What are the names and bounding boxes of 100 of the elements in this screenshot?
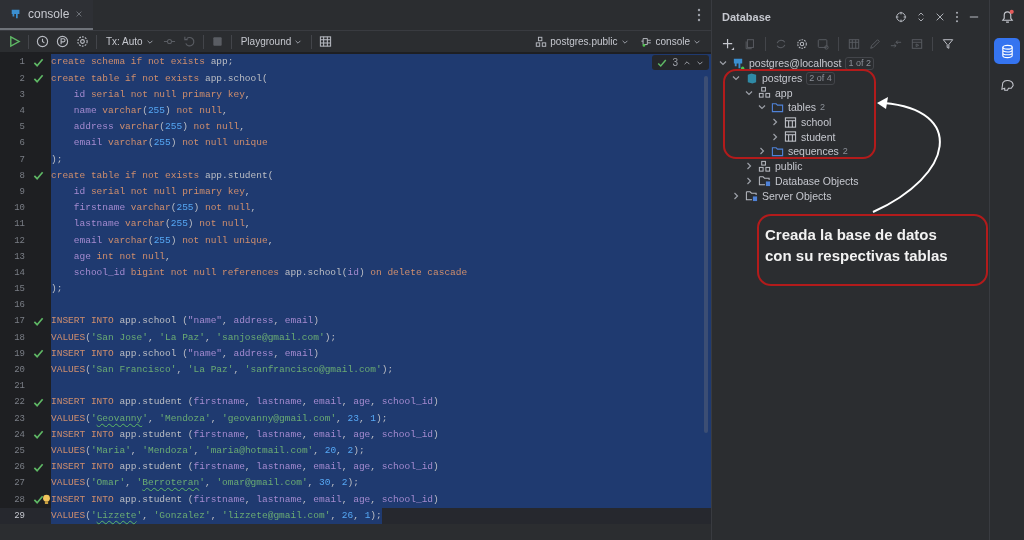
editor-tab[interactable]: console bbox=[0, 0, 94, 31]
line-number: 29 bbox=[13, 510, 25, 521]
schema-icon bbox=[758, 159, 771, 173]
line-number: 13 bbox=[13, 251, 25, 262]
database-icon bbox=[999, 43, 1015, 59]
transaction-mode-dropdown[interactable]: Tx: Auto bbox=[104, 36, 156, 48]
session-mode-dropdown[interactable]: Playground bbox=[238, 36, 305, 48]
settings-icon[interactable] bbox=[796, 38, 808, 50]
line-number: 22 bbox=[13, 397, 25, 408]
chevron-right-icon[interactable] bbox=[744, 161, 754, 172]
tree-item-label[interactable]: school bbox=[801, 116, 832, 129]
inspection-widget[interactable]: 3 bbox=[652, 55, 709, 71]
line-number: 23 bbox=[13, 413, 25, 424]
folder-icon bbox=[771, 100, 784, 114]
history-icon[interactable] bbox=[36, 35, 49, 49]
parameters-icon[interactable] bbox=[56, 35, 69, 49]
chevron-right-icon[interactable] bbox=[770, 117, 780, 128]
database-icon bbox=[745, 71, 758, 85]
code-line: INSERT INTO app.student (firstname, lastname, email, age, school_id) bbox=[51, 492, 439, 507]
code-line: firstname varchar(255) not null, bbox=[72, 201, 257, 216]
chevron-right-icon[interactable] bbox=[731, 190, 741, 201]
folder-icon bbox=[771, 144, 784, 158]
filter-icon[interactable] bbox=[942, 38, 954, 50]
code-line: create table if not exists app.student( bbox=[51, 168, 274, 183]
code-line: id serial not null primary key, bbox=[72, 185, 251, 199]
code-line: INSERT INTO app.student (firstname, lastname, email, age, school_id) bbox=[51, 427, 439, 442]
code-line: age int not null, bbox=[72, 249, 171, 264]
minimize-icon[interactable] bbox=[969, 14, 979, 19]
more-icon[interactable] bbox=[955, 10, 959, 23]
code-line: email varchar(255) not null unique, bbox=[72, 233, 274, 248]
session-dropdown[interactable]: console bbox=[637, 35, 703, 48]
schema-icon bbox=[758, 86, 771, 100]
code-line: ); bbox=[51, 152, 63, 167]
table-icon bbox=[784, 130, 797, 144]
tree-item-label[interactable]: Server Objects bbox=[762, 189, 832, 202]
check-icon bbox=[657, 57, 668, 68]
code-line: lastname varchar(255) not null, bbox=[72, 217, 251, 232]
tree-item-label[interactable]: student bbox=[801, 130, 836, 143]
line-number: 3 bbox=[18, 89, 25, 100]
code-line: id serial not null primary key, bbox=[72, 87, 251, 102]
folder-database-icon bbox=[745, 189, 758, 203]
line-number: 10 bbox=[13, 203, 25, 214]
chevron-right-icon[interactable] bbox=[770, 131, 780, 142]
add-icon[interactable] bbox=[722, 37, 735, 51]
collapse-all-icon[interactable] bbox=[935, 11, 945, 22]
close-icon[interactable] bbox=[75, 10, 84, 19]
lightbulb-icon[interactable] bbox=[42, 494, 51, 506]
line-number: 7 bbox=[18, 154, 25, 165]
code-line: VALUES('San Jose', 'La Paz', 'sanjose@gmail.com'); bbox=[51, 330, 337, 345]
table-icon bbox=[784, 115, 797, 129]
schema-icon bbox=[535, 35, 548, 48]
tree-item-label[interactable]: public bbox=[775, 160, 803, 173]
count-badge: 2 of 4 bbox=[806, 71, 835, 85]
line-number: 24 bbox=[13, 429, 25, 440]
code-line: school_id bigint not null references app.school(id) on delete cascade bbox=[72, 265, 468, 280]
code-line: address varchar(255) not null, bbox=[72, 120, 245, 135]
expand-collapse-icon[interactable] bbox=[917, 10, 925, 23]
line-number: 21 bbox=[13, 381, 25, 392]
schema-dropdown[interactable]: postgres.public bbox=[533, 35, 631, 48]
plug-icon bbox=[639, 35, 653, 48]
line-number: 9 bbox=[18, 187, 25, 197]
line-number: 14 bbox=[13, 267, 25, 278]
settings-icon[interactable] bbox=[76, 35, 89, 49]
line-number: 8 bbox=[18, 170, 25, 181]
run-icon[interactable] bbox=[8, 35, 21, 49]
database-tool-button[interactable] bbox=[994, 38, 1020, 64]
code-line: VALUES('Geovanny', 'Mendoza', 'geovanny@gmail.com', 23, 1); bbox=[51, 411, 388, 426]
chevron-up-icon[interactable] bbox=[683, 58, 691, 67]
code-line: INSERT INTO app.student (firstname, lastname, email, age, school_id) bbox=[51, 395, 439, 410]
tree-item-label[interactable]: postgres bbox=[762, 72, 803, 85]
line-number: 19 bbox=[13, 348, 25, 359]
line-number: 25 bbox=[13, 446, 25, 456]
tree-item-label[interactable]: Database Objects bbox=[775, 174, 859, 187]
tree-item-label[interactable]: tables bbox=[788, 101, 817, 114]
crosshair-icon[interactable] bbox=[895, 10, 907, 23]
tree-item-label[interactable]: sequences bbox=[788, 145, 839, 158]
line-number: 15 bbox=[13, 284, 25, 295]
line-number: 17 bbox=[13, 316, 25, 327]
code-line: ); bbox=[51, 282, 63, 297]
line-number: 16 bbox=[13, 300, 25, 311]
table-icon[interactable] bbox=[319, 35, 333, 49]
code-line: create schema if not exists app; bbox=[51, 55, 234, 70]
line-number: 20 bbox=[13, 365, 25, 376]
tree-item-label[interactable]: postgres@localhost bbox=[749, 57, 842, 70]
line-number: 27 bbox=[13, 478, 25, 489]
code-line: INSERT INTO app.school ("name", address, email) bbox=[51, 314, 319, 329]
chevron-right-icon[interactable] bbox=[757, 146, 767, 157]
count-badge: 1 of 2 bbox=[845, 56, 874, 70]
line-number: 6 bbox=[18, 138, 25, 149]
line-number: 11 bbox=[13, 219, 25, 230]
item-count: 2 bbox=[820, 102, 826, 113]
tree-item-label[interactable]: app bbox=[775, 86, 793, 99]
code-line: email varchar(255) not null unique bbox=[72, 136, 268, 151]
line-number: 4 bbox=[18, 106, 25, 117]
line-number: 5 bbox=[18, 122, 25, 133]
more-icon[interactable] bbox=[697, 8, 701, 23]
panel-title: Database bbox=[722, 10, 771, 23]
notifications-icon[interactable] bbox=[999, 9, 1015, 24]
chevron-right-icon[interactable] bbox=[744, 175, 754, 186]
item-count: 2 bbox=[842, 146, 848, 157]
